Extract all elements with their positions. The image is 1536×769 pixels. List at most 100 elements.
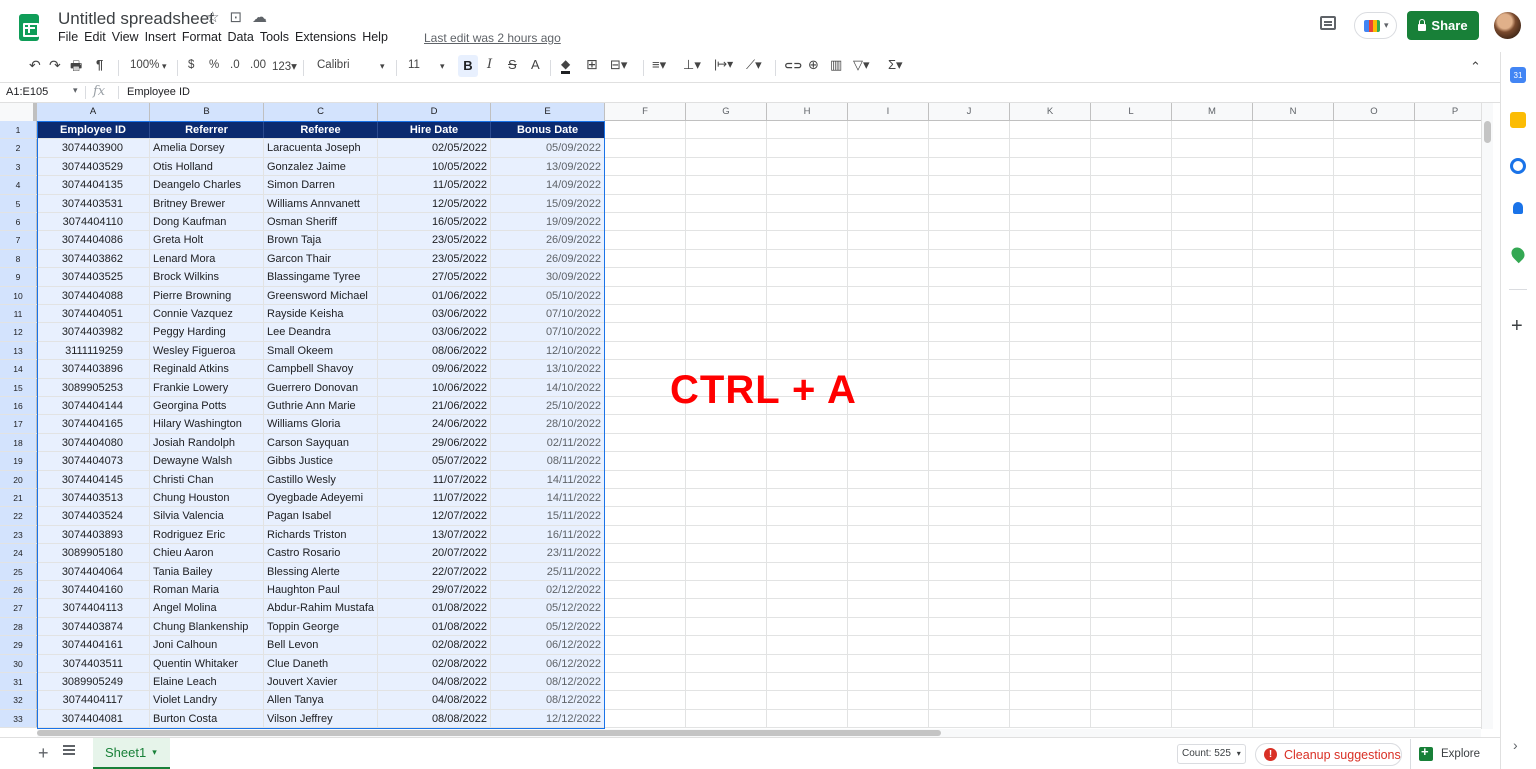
table-cell[interactable] [605, 286, 686, 304]
table-cell[interactable] [1415, 342, 1481, 359]
column-header-h[interactable]: H [767, 103, 848, 121]
column-header-a[interactable]: A [37, 103, 150, 121]
table-cell[interactable]: Burton Costa [150, 709, 264, 728]
table-cell[interactable] [1010, 691, 1091, 709]
table-cell[interactable] [848, 121, 929, 139]
table-cell[interactable] [929, 341, 1010, 360]
table-cell[interactable]: 04/08/2022 [378, 691, 491, 709]
table-cell[interactable] [1172, 249, 1253, 268]
table-cell[interactable] [1334, 360, 1415, 378]
table-cell[interactable]: 3089905180 [37, 544, 150, 562]
table-cell[interactable]: Tania Bailey [150, 562, 264, 580]
text-wrap-icon[interactable]: |↦▾ [714, 57, 733, 71]
table-cell[interactable] [686, 286, 767, 304]
table-cell[interactable] [605, 507, 686, 525]
table-cell[interactable]: Georgina Potts [150, 397, 264, 415]
table-cell[interactable] [1010, 489, 1091, 507]
table-cell[interactable]: 3074403862 [37, 249, 150, 268]
table-cell[interactable]: 3074404081 [37, 709, 150, 728]
table-cell[interactable] [1253, 544, 1334, 562]
table-cell[interactable] [1172, 452, 1253, 470]
table-cell[interactable] [1334, 489, 1415, 507]
table-cell[interactable]: 3074403525 [37, 268, 150, 286]
table-cell[interactable] [686, 231, 767, 249]
table-cell[interactable] [1010, 139, 1091, 157]
table-cell[interactable] [767, 305, 848, 323]
table-cell[interactable] [767, 507, 848, 525]
table-cell[interactable]: Wesley Figueroa [150, 341, 264, 360]
table-cell[interactable] [1253, 378, 1334, 396]
table-cell[interactable]: 3074404113 [37, 599, 150, 617]
table-cell[interactable]: 01/06/2022 [378, 286, 491, 304]
table-cell[interactable] [848, 617, 929, 636]
table-cell[interactable] [1091, 341, 1172, 360]
table-cell[interactable] [605, 691, 686, 709]
table-cell[interactable] [767, 194, 848, 212]
table-cell[interactable] [686, 562, 767, 580]
table-cell[interactable] [1334, 121, 1415, 139]
table-cell[interactable]: Rayside Keisha [264, 305, 378, 323]
zoom-chevron-icon[interactable]: ▾ [162, 61, 167, 72]
table-cell[interactable] [929, 617, 1010, 636]
bold-button[interactable]: B [458, 55, 478, 77]
column-header-e[interactable]: E [491, 103, 605, 121]
table-cell[interactable]: 30/09/2022 [491, 268, 605, 286]
table-cell[interactable] [1172, 507, 1253, 525]
last-edit-link[interactable]: Last edit was 2 hours ago [424, 31, 561, 45]
table-cell[interactable] [686, 636, 767, 654]
table-cell[interactable] [605, 709, 686, 728]
menu-edit[interactable]: Edit [84, 30, 110, 44]
table-cell[interactable]: Osman Sheriff [264, 213, 378, 231]
table-cell[interactable] [1334, 636, 1415, 654]
table-cell[interactable]: 21/06/2022 [378, 397, 491, 415]
row-header[interactable]: 7 [0, 231, 37, 249]
text-color-button[interactable]: A [531, 57, 540, 72]
table-cell[interactable] [1415, 636, 1481, 653]
table-cell[interactable]: 3074403874 [37, 617, 150, 636]
table-cell[interactable]: 23/05/2022 [378, 249, 491, 268]
table-cell[interactable]: 3074404165 [37, 415, 150, 433]
menu-file[interactable]: File [58, 30, 82, 44]
column-header-d[interactable]: D [378, 103, 491, 121]
table-cell[interactable] [767, 341, 848, 360]
table-cell[interactable] [929, 452, 1010, 470]
table-cell[interactable]: 3089905249 [37, 673, 150, 691]
table-cell[interactable] [1253, 286, 1334, 304]
table-cell[interactable] [1415, 379, 1481, 396]
table-cell[interactable]: 14/09/2022 [491, 176, 605, 194]
table-cell[interactable] [1172, 323, 1253, 341]
keep-icon[interactable] [1510, 112, 1526, 128]
font-chevron-icon[interactable]: ▾ [380, 61, 385, 72]
table-cell[interactable]: Britney Brewer [150, 194, 264, 212]
table-cell[interactable] [1172, 157, 1253, 176]
table-cell[interactable] [605, 452, 686, 470]
table-cell[interactable] [767, 433, 848, 452]
column-header-c[interactable]: C [264, 103, 378, 121]
table-cell[interactable]: 3089905253 [37, 378, 150, 396]
table-cell[interactable] [1091, 157, 1172, 176]
table-cell[interactable]: Richards Triston [264, 525, 378, 544]
table-cell[interactable] [1172, 121, 1253, 139]
table-cell[interactable]: Greensword Michael [264, 286, 378, 304]
strikethrough-button[interactable]: S [508, 57, 517, 72]
table-cell[interactable] [1091, 249, 1172, 268]
table-cell[interactable] [848, 286, 929, 304]
table-cell[interactable] [605, 581, 686, 599]
table-cell[interactable] [1091, 709, 1172, 728]
row-header[interactable]: 32 [0, 691, 37, 709]
table-cell[interactable]: 02/12/2022 [491, 581, 605, 599]
table-cell[interactable] [686, 654, 767, 672]
row-header[interactable]: 10 [0, 286, 37, 304]
merge-cells-icon[interactable]: ⊟▾ [610, 57, 627, 73]
table-cell[interactable] [1010, 194, 1091, 212]
insert-link-icon[interactable]: ⊂⊃ [784, 59, 802, 72]
table-cell[interactable]: 02/11/2022 [491, 433, 605, 452]
table-cell[interactable] [1253, 397, 1334, 415]
table-cell[interactable] [1010, 599, 1091, 617]
table-cell[interactable] [1091, 433, 1172, 452]
table-cell[interactable]: Oyegbade Adeyemi [264, 489, 378, 507]
table-cell[interactable] [929, 525, 1010, 544]
table-cell[interactable] [1091, 231, 1172, 249]
meet-button[interactable]: ▾ [1354, 12, 1397, 39]
all-sheets-icon[interactable] [63, 745, 75, 755]
